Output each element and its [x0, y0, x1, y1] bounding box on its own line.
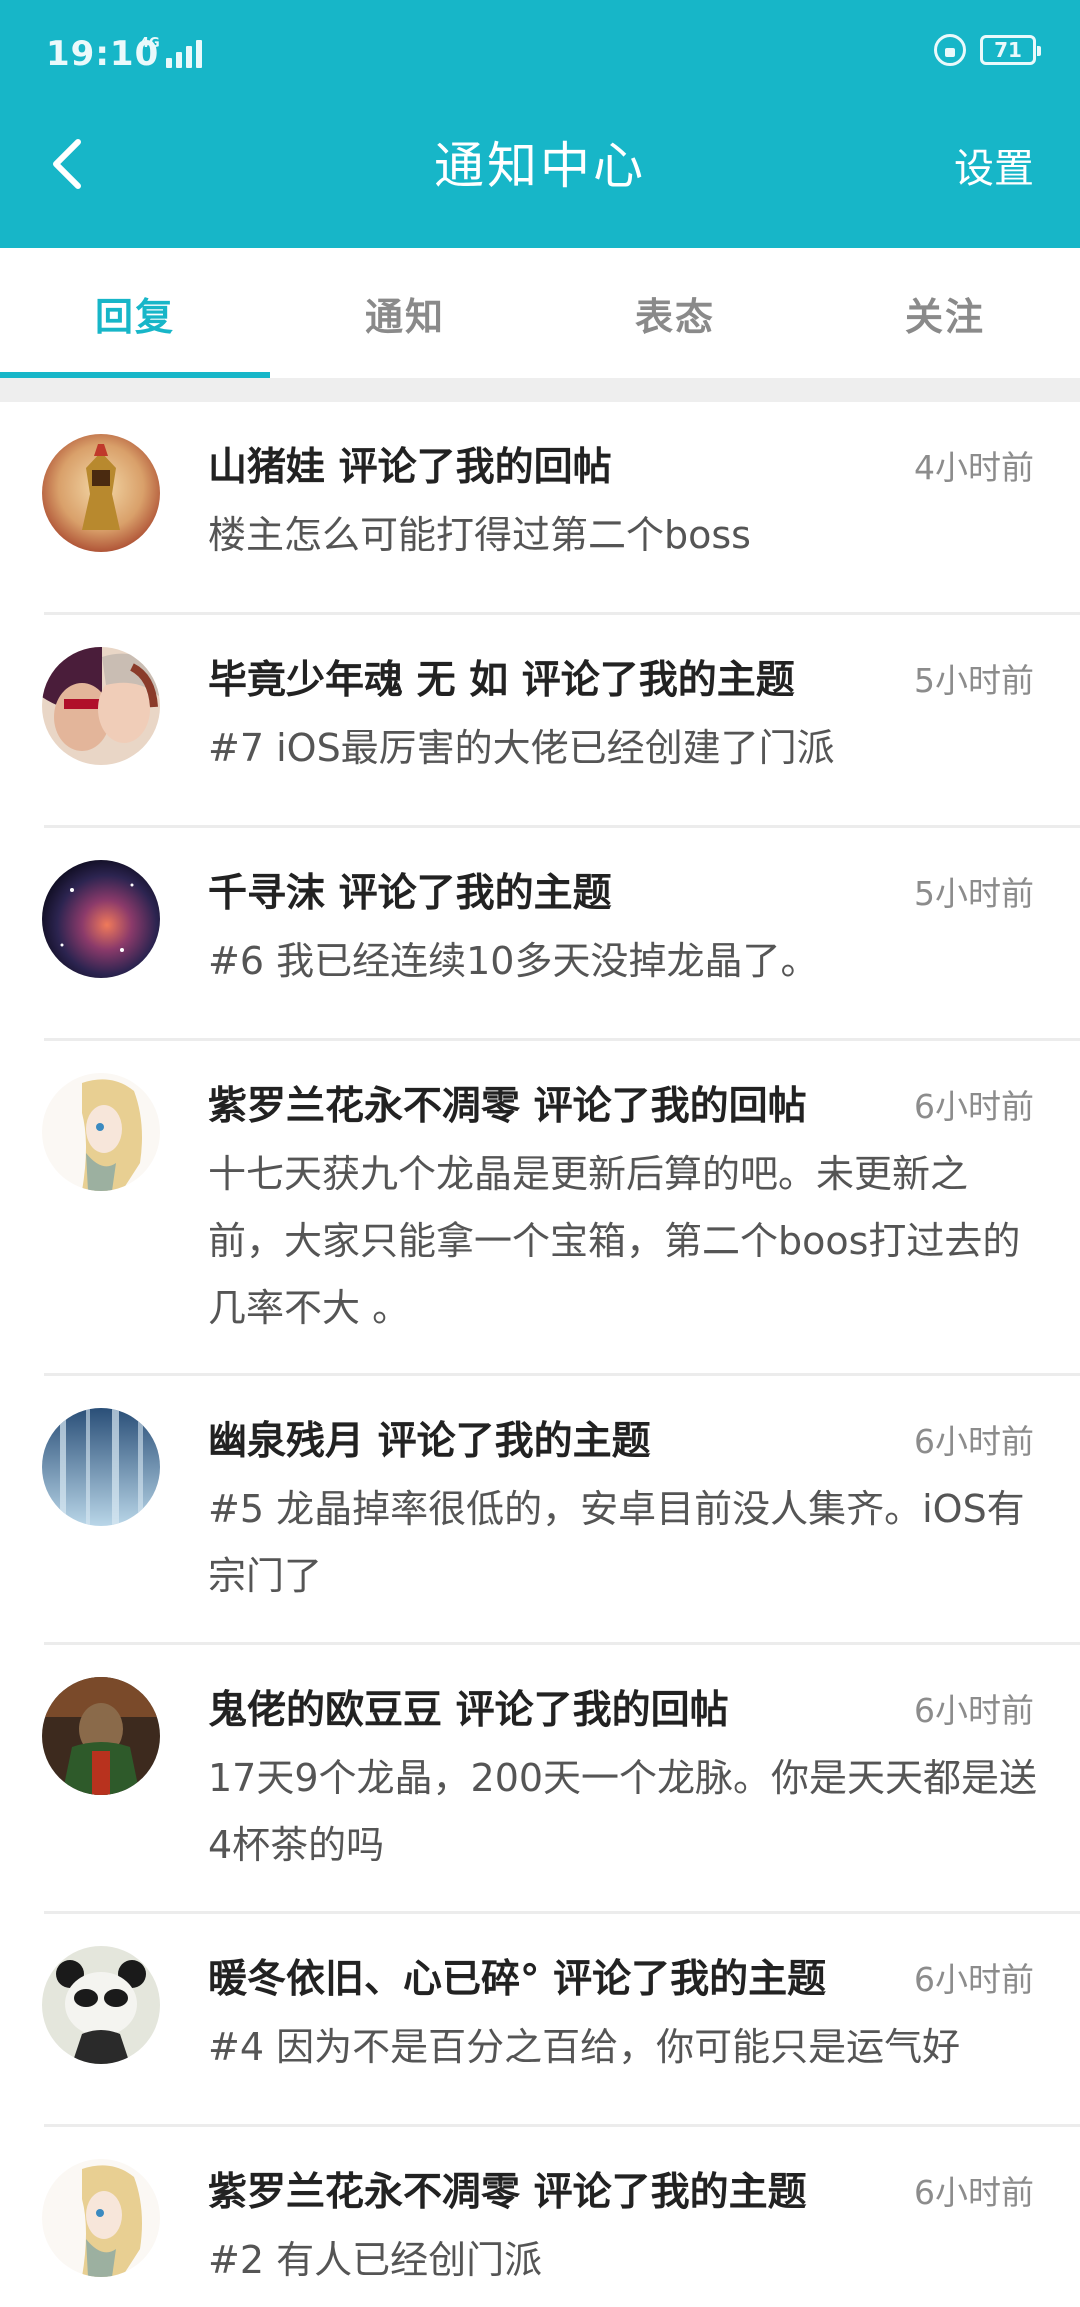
action-text: 评论了我的主题	[533, 2170, 807, 2215]
signal-icon: 4G	[140, 36, 202, 68]
timestamp: 4小时前	[914, 448, 1034, 487]
timestamp: 6小时前	[914, 1087, 1034, 1126]
notification-content: #6 我已经连续10多天没掉龙晶了。	[208, 939, 819, 983]
tab-reactions[interactable]: 表态	[540, 248, 810, 378]
notification-title: 鬼佬的欧豆豆 评论了我的回帖	[208, 1681, 729, 1741]
timestamp: 6小时前	[914, 1422, 1034, 1461]
user-name[interactable]: 暖冬依旧、心已碎°	[208, 1957, 540, 2002]
battery-level: 71	[994, 38, 1022, 62]
notification-title: 幽泉残月 评论了我的主题	[208, 1412, 651, 1472]
notification-content: 十七天获九个龙晶是更新后算的吧。未更新之前，大家只能拿一个宝箱，第二个boos打…	[208, 1152, 1021, 1330]
user-name[interactable]: 千寻沫	[208, 871, 325, 916]
page-title: 通知中心	[434, 137, 646, 195]
tab-replies[interactable]: 回复	[0, 248, 270, 378]
list-item[interactable]: 幽泉残月 评论了我的主题 6小时前 #5 龙晶掉率很低的，安卓目前没人集齐。iO…	[0, 1376, 1080, 1645]
tab-bar: 回复 通知 表态 关注	[0, 248, 1080, 378]
action-text: 评论了我的主题	[521, 658, 795, 703]
notification-content: #7 iOS最厉害的大佬已经创建了门派	[208, 726, 835, 770]
app-header: 19:10 4G 71 通知中心 设置	[0, 0, 1080, 248]
list-item[interactable]: 暖冬依旧、心已碎° 评论了我的主题 6小时前 #4 因为不是百分之百给，你可能只…	[0, 1914, 1080, 2127]
settings-button[interactable]: 设置	[954, 136, 1034, 194]
timestamp: 6小时前	[914, 2173, 1034, 2212]
action-text: 评论了我的主题	[377, 1419, 651, 1464]
list-item[interactable]: 千寻沫 评论了我的主题 5小时前 #6 我已经连续10多天没掉龙晶了。	[0, 828, 1080, 1041]
status-icons: 71	[934, 34, 1041, 66]
network-type: 4G	[140, 36, 160, 51]
user-name[interactable]: 毕竟少年魂 无 如	[208, 658, 508, 703]
notification-title: 暖冬依旧、心已碎° 评论了我的主题	[208, 1950, 826, 2010]
notification-title: 山猪娃 评论了我的回帖	[208, 438, 612, 498]
notification-content: #4 因为不是百分之百给，你可能只是运气好	[208, 2025, 961, 2069]
couple-photo-avatar[interactable]	[42, 647, 160, 765]
action-text: 评论了我的主题	[338, 871, 612, 916]
list-item[interactable]: 鬼佬的欧豆豆 评论了我的回帖 6小时前 17天9个龙晶，200天一个龙脉。你是天…	[0, 1645, 1080, 1914]
notification-content: #5 龙晶掉率很低的，安卓目前没人集齐。iOS有宗门了	[208, 1487, 1025, 1598]
anime-girl-avatar[interactable]	[42, 2159, 160, 2277]
list-item[interactable]: 紫罗兰花永不凋零 评论了我的回帖 6小时前 十七天获九个龙晶是更新后算的吧。未更…	[0, 1041, 1080, 1376]
golden-knight-avatar[interactable]	[42, 434, 160, 552]
action-text: 评论了我的回帖	[455, 1688, 729, 1733]
anime-girl-avatar[interactable]	[42, 1073, 160, 1191]
user-name[interactable]: 紫罗兰花永不凋零	[208, 1084, 520, 1129]
notification-title: 毕竟少年魂 无 如 评论了我的主题	[208, 651, 795, 711]
blue-forest-avatar[interactable]	[42, 1408, 160, 1526]
section-divider	[0, 378, 1080, 402]
action-text: 评论了我的回帖	[338, 445, 612, 490]
timestamp: 6小时前	[914, 1960, 1034, 1999]
timestamp: 5小时前	[914, 661, 1034, 700]
list-item[interactable]: 毕竟少年魂 无 如 评论了我的主题 5小时前 #7 iOS最厉害的大佬已经创建了…	[0, 615, 1080, 828]
notification-title: 紫罗兰花永不凋零 评论了我的回帖	[208, 1077, 807, 1137]
list-item[interactable]: 紫罗兰花永不凋零 评论了我的主题 6小时前 #2 有人已经创门派	[0, 2127, 1080, 2307]
user-name[interactable]: 幽泉残月	[208, 1419, 364, 1464]
tab-follows[interactable]: 关注	[810, 248, 1080, 378]
notification-content: #2 有人已经创门派	[208, 2238, 543, 2282]
action-text: 评论了我的主题	[553, 1957, 827, 2002]
timestamp: 6小时前	[914, 1691, 1034, 1730]
notification-content: 17天9个龙晶，200天一个龙脉。你是天天都是送4杯茶的吗	[208, 1756, 1038, 1867]
battery-icon: 71	[980, 35, 1041, 65]
timestamp: 5小时前	[914, 874, 1034, 913]
tab-notices[interactable]: 通知	[270, 248, 540, 378]
user-name[interactable]: 鬼佬的欧豆豆	[208, 1688, 442, 1733]
notification-title: 紫罗兰花永不凋零 评论了我的主题	[208, 2163, 807, 2223]
user-name[interactable]: 山猪娃	[208, 445, 325, 490]
notification-list: 山猪娃 评论了我的回帖 4小时前 楼主怎么可能打得过第二个boss 毕竟少年魂 …	[0, 402, 1080, 2307]
user-name[interactable]: 紫罗兰花永不凋零	[208, 2170, 520, 2215]
notification-title: 千寻沫 评论了我的主题	[208, 864, 612, 924]
nebula-avatar[interactable]	[42, 860, 160, 978]
warrior-avatar[interactable]	[42, 1677, 160, 1795]
action-text: 评论了我的回帖	[533, 1084, 807, 1129]
panda-avatar[interactable]	[42, 1946, 160, 2064]
list-item[interactable]: 山猪娃 评论了我的回帖 4小时前 楼主怎么可能打得过第二个boss	[0, 402, 1080, 615]
rotation-lock-icon	[934, 34, 966, 66]
notification-content: 楼主怎么可能打得过第二个boss	[208, 513, 751, 557]
